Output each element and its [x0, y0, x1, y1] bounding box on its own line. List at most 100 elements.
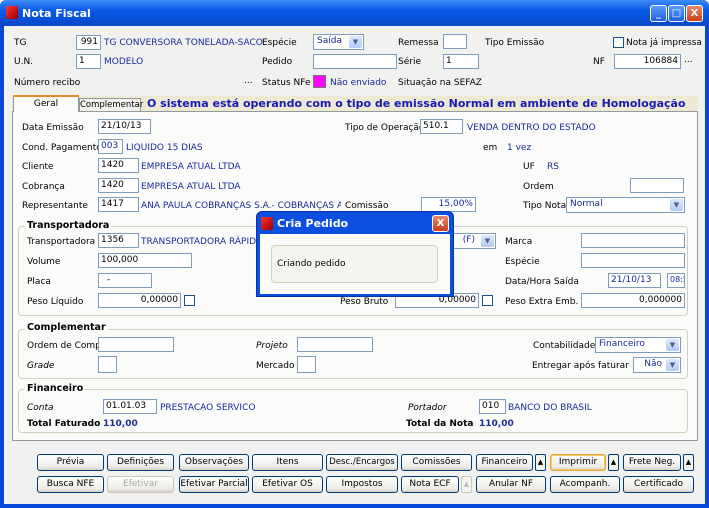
dialog-close-button[interactable]: X [432, 215, 449, 232]
tipo-operacao-input[interactable]: 510.1 [420, 119, 463, 134]
serie-input[interactable]: 1 [443, 54, 479, 69]
placa-label: Placa [27, 277, 51, 287]
certificado-button[interactable]: Certificado [623, 476, 694, 493]
un-name: MODELO [104, 57, 144, 67]
dialog-message-box: Criando pedido [271, 245, 438, 283]
frete-neg-button[interactable]: Frete Neg. [623, 454, 681, 471]
data-emissao-label: Data Emissão [22, 123, 84, 133]
recibo-label: Número recibo [14, 78, 81, 88]
ordem-input[interactable] [630, 178, 684, 193]
portador-label: Portador [408, 403, 447, 413]
total-faturado-label: Total Faturado [27, 419, 101, 429]
frete-menu-arrow[interactable]: ▲ [683, 454, 694, 471]
entregar-value: Não [644, 359, 662, 369]
imprimir-menu-arrow[interactable]: ▲ [608, 454, 619, 471]
efetivar-button[interactable]: Efetivar [107, 476, 174, 493]
nota-ecf-menu-arrow[interactable]: ▲ [461, 476, 472, 493]
pedido-input[interactable] [313, 54, 397, 69]
cobranca-input[interactable]: 1420 [98, 178, 139, 193]
itens-button[interactable]: Itens [252, 454, 323, 471]
definicoes-button[interactable]: Definições [107, 454, 174, 471]
financeiro-title: Financeiro [25, 383, 86, 394]
complementar-title: Complementar [25, 322, 108, 333]
tipo-nota-select[interactable]: Normal ▼ [566, 197, 685, 213]
grade-input[interactable] [98, 356, 117, 373]
dialog-message: Criando pedido [277, 259, 346, 269]
comissao-input[interactable]: 15,00% [421, 197, 476, 212]
tab-geral[interactable]: Geral [13, 95, 79, 112]
previa-button[interactable]: Prévia [37, 454, 104, 471]
cond-pagamento-input[interactable]: 003 [98, 139, 123, 154]
entregar-select[interactable]: Não ▼ [633, 357, 681, 373]
marca-input[interactable] [581, 233, 685, 248]
nf-input[interactable]: 106884 [614, 54, 681, 69]
cria-pedido-dialog: Cria Pedido X Criando pedido [256, 211, 454, 297]
mercado-input[interactable] [297, 356, 316, 373]
remessa-input[interactable] [443, 34, 467, 49]
transportadora-input[interactable]: 1356 [98, 233, 139, 248]
maximize-button[interactable]: □ [668, 5, 685, 22]
peso-bruto-label: Peso Bruto [340, 297, 389, 307]
contabilidade-select[interactable]: Financeiro ▼ [595, 337, 681, 353]
representante-label: Representante [22, 201, 88, 211]
peso-liquido-input[interactable]: 0,00000 [98, 293, 181, 308]
hora-saida-input[interactable]: 08:51 [667, 273, 685, 288]
chevron-down-icon: ▼ [666, 339, 679, 351]
total-nota-value: 110,00 [479, 419, 514, 429]
pedido-label: Pedido [262, 57, 293, 67]
sefaz-label: Situação na SEFAZ [398, 78, 482, 88]
homologacao-banner: O sistema está operando com o tipo de em… [147, 97, 686, 110]
ordem-compra-input[interactable] [98, 337, 174, 352]
chevron-down-icon: ▼ [670, 199, 683, 211]
financeiro-menu-arrow[interactable]: ▲ [535, 454, 546, 471]
desc-encargos-button[interactable]: Desc./Encargos [326, 454, 398, 471]
cobranca-name: EMPRESA ATUAL LTDA [141, 182, 241, 192]
peso-extra-input[interactable]: 0,000000 [581, 293, 685, 308]
representante-name: ANA PAULA COBRANÇAS S.A.- COBRANÇAS AVIÃ [141, 201, 341, 211]
impostos-button[interactable]: Impostos [326, 476, 398, 493]
un-code-input[interactable]: 1 [76, 54, 101, 69]
nota-ecf-button[interactable]: Nota ECF [401, 476, 459, 493]
anular-nf-button[interactable]: Anular NF [476, 476, 546, 493]
busca-nfe-button[interactable]: Busca NFE [37, 476, 104, 493]
chevron-down-icon: ▼ [349, 36, 362, 48]
cliente-input[interactable]: 1420 [98, 158, 139, 173]
acompanhamento-button[interactable]: Acompanh. [550, 476, 620, 493]
observacoes-button[interactable]: Observações [179, 454, 249, 471]
total-nota-label: Total da Nota [406, 419, 474, 429]
data-emissao-input[interactable]: 21/10/13 [98, 119, 151, 134]
data-saida-input[interactable]: 21/10/13 [608, 273, 661, 288]
transportadora-label: Transportadora [27, 237, 96, 247]
tg-code-input[interactable]: 991 [76, 35, 101, 50]
projeto-input[interactable] [297, 337, 373, 352]
conta-name: PRESTACAO SERVICO [160, 403, 256, 413]
grade-label: Grade [27, 361, 55, 371]
placa-input[interactable]: - [98, 273, 152, 288]
tab-complementar[interactable]: Complementar [79, 98, 143, 112]
comissoes-button[interactable]: Comissões [401, 454, 472, 471]
efetivar-os-button[interactable]: Efetivar OS [252, 476, 323, 493]
ordem-label: Ordem [523, 182, 554, 192]
nota-impressa-checkbox[interactable] [613, 37, 624, 48]
especie-transp-input[interactable] [581, 253, 685, 268]
representante-input[interactable]: 1417 [98, 197, 139, 212]
parcelas-value: 1 vez [507, 143, 532, 153]
minimize-button[interactable]: _ [650, 5, 667, 22]
conta-input[interactable]: 01.01.03 [103, 399, 157, 414]
financeiro-button[interactable]: Financeiro [476, 454, 533, 471]
tipo-operacao-name: VENDA DENTRO DO ESTADO [467, 123, 596, 133]
peso-bruto-checkbox[interactable] [482, 295, 493, 306]
imprimir-button[interactable]: Imprimir [550, 454, 606, 471]
tipo-nota-value: Normal [570, 199, 603, 209]
em-label: em [483, 143, 498, 153]
recibo-button[interactable]: ... [244, 76, 253, 86]
especie-select[interactable]: Saída ▼ [313, 34, 364, 50]
efetivar-parcial-button[interactable]: Efetivar Parcial [179, 476, 249, 493]
close-button[interactable]: X [686, 5, 703, 22]
total-faturado-value: 110,00 [103, 419, 138, 429]
portador-input[interactable]: 010 [479, 399, 506, 414]
nf-search-button[interactable]: ... [684, 55, 693, 65]
peso-liquido-checkbox[interactable] [184, 295, 195, 306]
window-title: Nota Fiscal [22, 7, 91, 20]
volume-input[interactable]: 100,000 [98, 253, 192, 268]
